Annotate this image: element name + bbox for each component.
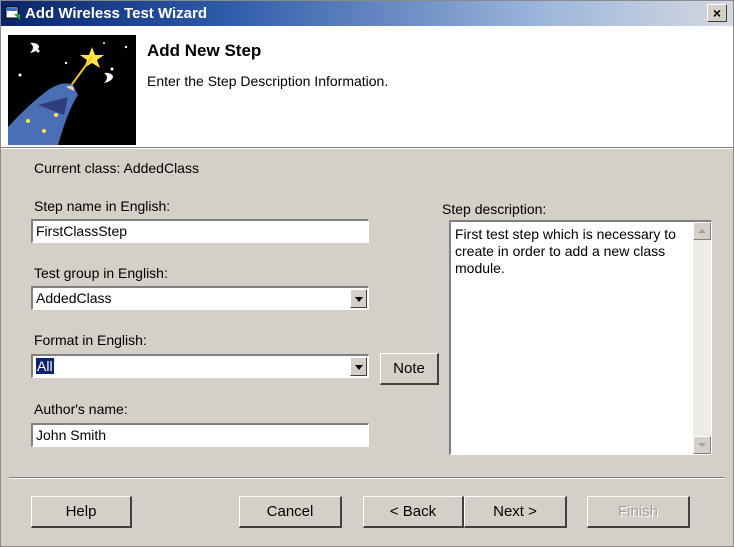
header-divider [1, 147, 733, 149]
format-label: Format in English: [34, 332, 147, 348]
window-title: Add Wireless Test Wizard [25, 5, 207, 22]
author-label: Author's name: [34, 401, 128, 417]
wizard-window: Add Wireless Test Wizard × Add New Step … [0, 0, 734, 547]
page-subtitle: Enter the Step Description Information. [147, 73, 389, 89]
help-button[interactable]: Help [31, 496, 132, 528]
note-button[interactable]: Note [380, 353, 439, 385]
app-icon [5, 6, 20, 20]
test-group-label: Test group in English: [34, 265, 168, 281]
title-bar[interactable]: Add Wireless Test Wizard × [1, 1, 733, 26]
current-class-label: Current class: AddedClass [34, 160, 199, 176]
next-button[interactable]: Next > [464, 496, 567, 528]
step-description-text: First test step which is necessary to cr… [455, 226, 676, 276]
close-button[interactable]: × [707, 4, 727, 22]
test-group-select[interactable]: AddedClass [31, 286, 369, 310]
close-icon: × [712, 5, 722, 21]
test-group-value: AddedClass [36, 290, 112, 306]
step-name-field[interactable]: FirstClassStep [31, 219, 369, 243]
page-title: Add New Step [147, 41, 262, 60]
scroll-up-icon[interactable] [693, 222, 711, 240]
format-select[interactable]: All [31, 354, 369, 378]
chevron-down-icon[interactable] [350, 357, 367, 376]
back-button[interactable]: < Back [363, 496, 464, 528]
finish-button: Finish [587, 496, 690, 528]
step-description-textarea[interactable]: First test step which is necessary to cr… [449, 220, 712, 455]
format-value: All [36, 358, 54, 374]
step-name-label: Step name in English: [34, 198, 171, 214]
scroll-down-icon[interactable] [693, 436, 711, 454]
description-scrollbar[interactable] [693, 222, 711, 454]
step-description-label: Step description: [442, 201, 547, 217]
footer-divider [9, 477, 725, 479]
chevron-down-icon[interactable] [350, 289, 367, 308]
cancel-button[interactable]: Cancel [239, 496, 342, 528]
author-field[interactable]: John Smith [31, 423, 369, 447]
wizard-icon [8, 35, 136, 145]
